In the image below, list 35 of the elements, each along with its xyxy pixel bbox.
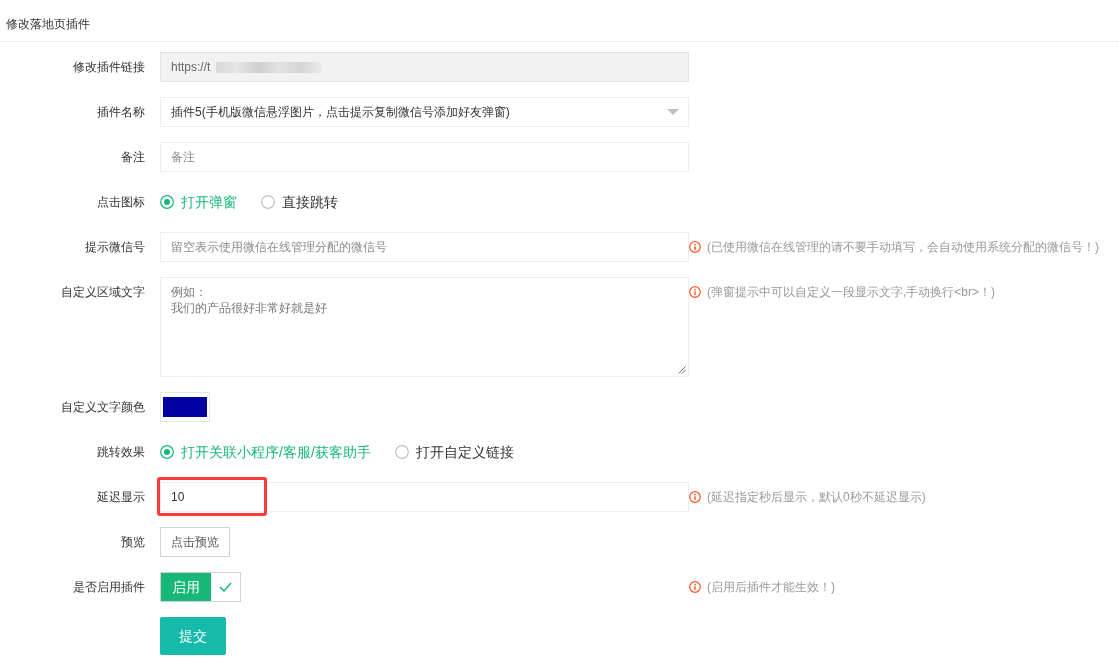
- hint-text: (启用后插件才能生效！): [707, 579, 835, 596]
- field-label: 自定义区域文字: [61, 285, 145, 299]
- resize-grip-icon: [678, 366, 686, 374]
- field-label: 备注: [121, 150, 145, 164]
- text-input[interactable]: 10: [160, 482, 689, 512]
- field-label: 插件名称: [97, 105, 145, 119]
- radio-option[interactable]: 打开弹窗: [160, 191, 237, 213]
- page-title: 修改落地页插件: [6, 17, 90, 31]
- field-label: 自定义文字颜色: [61, 400, 145, 414]
- hint-text: (弹窗提示中可以自定义一段显示文字,手动换行<br>！): [707, 284, 995, 301]
- radio-option[interactable]: 打开自定义链接: [394, 441, 514, 463]
- info-icon: [689, 241, 701, 253]
- field-label: 是否启用插件: [73, 580, 145, 594]
- text-input[interactable]: 留空表示使用微信在线管理分配的微信号: [160, 232, 689, 262]
- field-label: 点击图标: [97, 195, 145, 209]
- field-label: 延迟显示: [97, 490, 145, 504]
- field-label: 提示微信号: [85, 240, 145, 254]
- text-input[interactable]: 备注: [160, 142, 689, 172]
- field-label: 修改插件链接: [73, 60, 145, 74]
- placeholder-text: 我们的产品很好非常好就是好: [171, 300, 327, 316]
- field-label: 预览: [121, 535, 145, 549]
- field-label: 跳转效果: [97, 445, 145, 459]
- hint-text: (已使用微信在线管理的请不要手动填写，会自动使用系统分配的微信号！): [707, 239, 1099, 256]
- plugin-select[interactable]: 插件5(手机版微信悬浮图片，点击提示复制微信号添加好友弹窗): [160, 97, 689, 127]
- radio-option[interactable]: 直接跳转: [261, 191, 338, 213]
- check-icon: [219, 582, 232, 592]
- radio-option[interactable]: 打开关联小程序/客服/获客助手: [160, 441, 371, 463]
- placeholder-text: 例如：: [171, 284, 207, 300]
- caret-icon: [667, 109, 679, 115]
- preview-button[interactable]: 点击预览: [160, 527, 230, 557]
- info-icon: [689, 581, 701, 593]
- info-icon: [689, 286, 701, 298]
- text-area[interactable]: 例如： 我们的产品很好非常好就是好: [160, 277, 689, 377]
- info-icon: [689, 491, 701, 503]
- hint-text: (延迟指定秒后显示，默认0秒不延迟显示): [707, 489, 926, 506]
